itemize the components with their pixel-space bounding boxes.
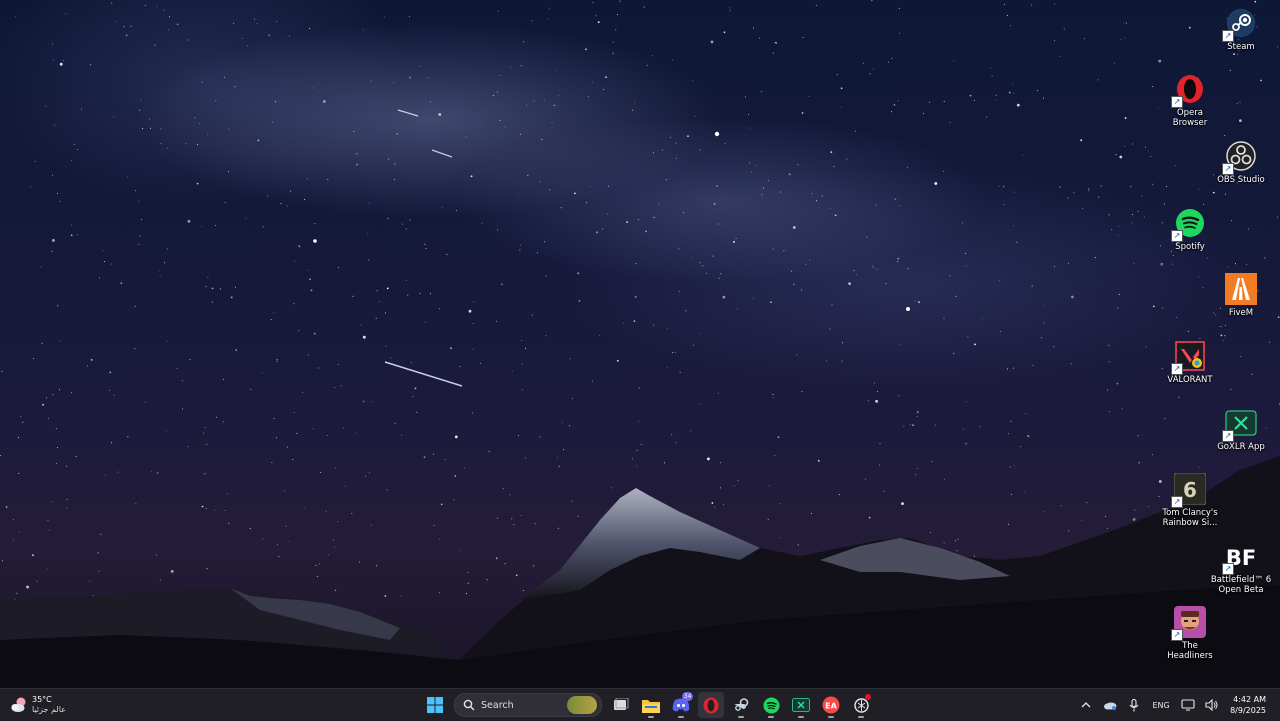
desktop-icon-label: GoXLR App — [1217, 442, 1265, 452]
valorant-icon: ↗ — [1171, 339, 1207, 375]
rainbow-six-icon: 6 ↗ — [1171, 472, 1207, 508]
folder-icon — [642, 699, 660, 713]
desktop-wallpaper — [0, 0, 1280, 688]
microphone-icon — [1129, 698, 1139, 711]
spotify-icon: ↗ — [1171, 206, 1207, 242]
steam-icon — [734, 698, 749, 711]
spotify-icon — [763, 697, 779, 713]
desktop-icon-headliners[interactable]: ↗ The Headliners — [1151, 605, 1229, 661]
headliners-icon: ↗ — [1171, 605, 1207, 641]
input-language-indicator[interactable]: ENG — [1146, 692, 1176, 718]
desktop-icon-rainbow-six[interactable]: 6 ↗ Tom Clancy's Rainbow Si... — [1151, 472, 1229, 528]
desktop-icon-obs[interactable]: ↗ OBS Studio — [1202, 139, 1280, 185]
svg-text:EA: EA — [825, 702, 837, 711]
clock-time: 4:42 AM — [1233, 695, 1266, 704]
desktop-icon-valorant[interactable]: ↗ VALORANT — [1151, 339, 1229, 385]
desktop-icon-label: VALORANT — [1167, 375, 1213, 385]
taskbar-app-file-explorer[interactable] — [638, 692, 664, 718]
desktop-icon-label: Spotify — [1175, 242, 1205, 252]
speaker-icon — [1205, 699, 1218, 711]
clock-date-button[interactable]: 4:42 AM 8/9/2025 — [1224, 694, 1270, 716]
taskbar-app-goxlr[interactable] — [788, 692, 814, 718]
shortcut-arrow-icon: ↗ — [1171, 629, 1183, 641]
taskbar: 35°C عالم جزئيا Search 34 EA ENG 4:42 AM… — [0, 688, 1280, 721]
weather-partly-cloudy-icon — [10, 696, 28, 714]
taskbar-app-steam[interactable] — [728, 692, 754, 718]
discord-notification-badge: 34 — [682, 692, 693, 701]
notification-dot — [865, 694, 871, 700]
clock-date: 8/9/2025 — [1230, 706, 1266, 715]
taskbar-search-box[interactable]: Search — [454, 693, 602, 717]
shortcut-arrow-icon: ↗ — [1222, 563, 1234, 575]
taskbar-app-discord[interactable]: 34 — [668, 692, 694, 718]
task-view-button[interactable] — [608, 692, 634, 718]
system-tray: ENG 4:42 AM 8/9/2025 — [1074, 692, 1270, 718]
search-highlight-icon — [567, 696, 597, 714]
shortcut-arrow-icon: ↗ — [1222, 30, 1234, 42]
opera-icon: ↗ — [1171, 72, 1207, 108]
weather-temperature: 35°C — [32, 695, 52, 704]
obs-icon: ↗ — [1222, 139, 1258, 175]
taskbar-app-openai[interactable] — [848, 692, 874, 718]
onedrive-tray-button[interactable] — [1098, 692, 1122, 718]
search-icon — [463, 699, 475, 711]
goxlr-icon: ↗ — [1222, 406, 1258, 442]
desktop-icon-label: Steam — [1227, 42, 1255, 52]
task-view-icon — [614, 698, 629, 710]
opera-icon — [703, 697, 719, 713]
desktop-icon-label: Opera Browser — [1172, 108, 1208, 128]
weather-description: عالم جزئيا — [32, 705, 66, 714]
desktop-icon-steam[interactable]: ↗ Steam — [1202, 6, 1280, 52]
desktop-icon-label: OBS Studio — [1217, 175, 1265, 185]
shortcut-arrow-icon: ↗ — [1171, 363, 1183, 375]
shortcut-arrow-icon: ↗ — [1222, 430, 1234, 442]
fivem-icon — [1224, 272, 1258, 306]
taskbar-app-spotify[interactable] — [758, 692, 784, 718]
search-placeholder: Search — [481, 699, 514, 711]
network-monitor-icon — [1181, 699, 1195, 711]
taskbar-center: Search 34 EA — [422, 692, 874, 718]
network-tray-button[interactable] — [1176, 692, 1200, 718]
start-button[interactable] — [422, 692, 448, 718]
goxlr-icon — [792, 698, 810, 712]
desktop-icon-opera[interactable]: ↗ Opera Browser — [1151, 72, 1229, 128]
shortcut-arrow-icon: ↗ — [1171, 496, 1183, 508]
shortcut-arrow-icon: ↗ — [1171, 96, 1183, 108]
desktop-icon-spotify[interactable]: ↗ Spotify — [1151, 206, 1229, 252]
shortcut-arrow-icon: ↗ — [1171, 230, 1183, 242]
taskbar-app-opera[interactable] — [698, 692, 724, 718]
ea-icon: EA — [822, 696, 840, 714]
desktop-icon-label: Battlefield™ 6 Open Beta — [1210, 575, 1272, 595]
chevron-up-icon — [1081, 702, 1091, 708]
taskbar-app-ea[interactable]: EA — [818, 692, 844, 718]
volume-tray-button[interactable] — [1200, 692, 1224, 718]
desktop-icon-battlefield[interactable]: BF ↗ Battlefield™ 6 Open Beta — [1202, 539, 1280, 595]
microphone-tray-button[interactable] — [1122, 692, 1146, 718]
steam-icon: ↗ — [1222, 6, 1258, 42]
desktop-icon-fivem[interactable]: FiveM — [1202, 272, 1280, 318]
desktop-icon-label: The Headliners — [1167, 641, 1213, 661]
desktop-icon-label: Tom Clancy's Rainbow Si... — [1162, 508, 1218, 528]
desktop-icon-label: FiveM — [1228, 308, 1254, 318]
show-hidden-icons-button[interactable] — [1074, 692, 1098, 718]
shortcut-arrow-icon: ↗ — [1222, 163, 1234, 175]
desktop-icon-goxlr[interactable]: ↗ GoXLR App — [1202, 406, 1280, 452]
svg-text:6: 6 — [1183, 478, 1197, 502]
windows-start-icon — [427, 697, 443, 713]
cloud-sync-icon — [1104, 702, 1117, 710]
mountain-silhouette — [0, 109, 1280, 688]
weather-widget[interactable]: 35°C عالم جزئيا — [10, 692, 66, 718]
battlefield-icon: BF ↗ — [1222, 539, 1258, 575]
